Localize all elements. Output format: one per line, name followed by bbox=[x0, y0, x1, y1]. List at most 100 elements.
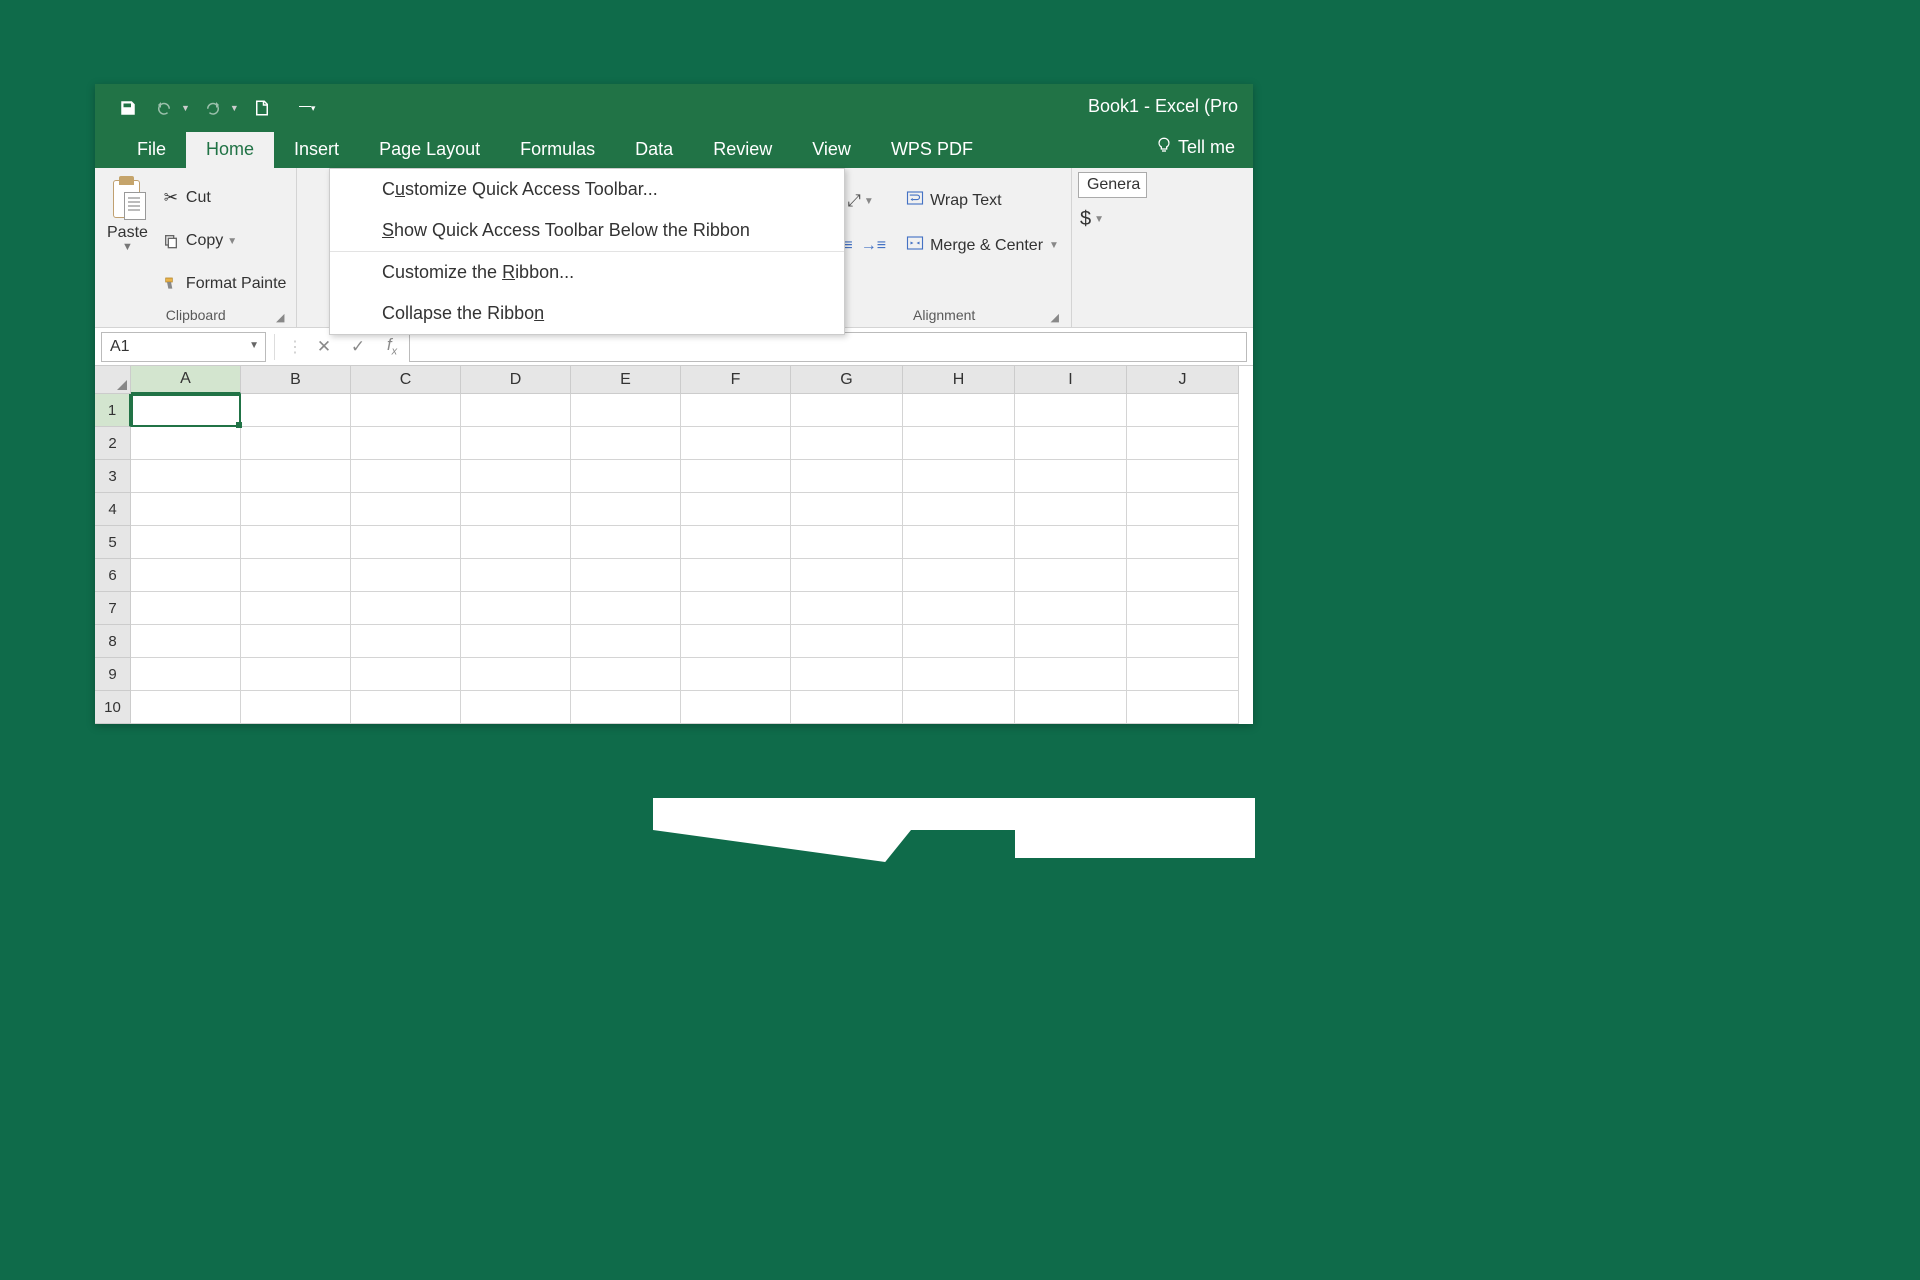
cell[interactable] bbox=[571, 493, 681, 526]
cell[interactable] bbox=[131, 658, 241, 691]
row-header[interactable]: 6 bbox=[95, 559, 131, 592]
column-header[interactable]: A bbox=[131, 366, 241, 394]
cell[interactable] bbox=[351, 526, 461, 559]
cell[interactable] bbox=[1015, 526, 1127, 559]
cell[interactable] bbox=[1127, 691, 1239, 724]
cell[interactable] bbox=[1015, 427, 1127, 460]
cell[interactable] bbox=[791, 658, 903, 691]
cell[interactable] bbox=[1127, 559, 1239, 592]
tab-data[interactable]: Data bbox=[615, 132, 693, 168]
cell[interactable] bbox=[461, 592, 571, 625]
cell[interactable] bbox=[351, 625, 461, 658]
cell[interactable] bbox=[1127, 592, 1239, 625]
cell[interactable] bbox=[461, 394, 571, 427]
cell[interactable] bbox=[461, 625, 571, 658]
cell[interactable] bbox=[131, 394, 241, 427]
paste-dropdown-icon[interactable]: ▼ bbox=[122, 241, 133, 253]
cell[interactable] bbox=[571, 592, 681, 625]
qat-customize-icon[interactable]: ▾ bbox=[295, 98, 320, 118]
name-box-dropdown-icon[interactable]: ▼ bbox=[249, 340, 259, 351]
cell[interactable] bbox=[903, 658, 1015, 691]
cell[interactable] bbox=[131, 526, 241, 559]
column-header[interactable]: E bbox=[571, 366, 681, 394]
cell[interactable] bbox=[903, 559, 1015, 592]
cell[interactable] bbox=[791, 592, 903, 625]
cell[interactable] bbox=[351, 592, 461, 625]
row-header[interactable]: 5 bbox=[95, 526, 131, 559]
new-doc-icon[interactable] bbox=[249, 96, 275, 120]
copy-dropdown-icon[interactable]: ▼ bbox=[227, 236, 237, 247]
undo-icon[interactable] bbox=[151, 96, 177, 120]
cell[interactable] bbox=[791, 691, 903, 724]
cell[interactable] bbox=[1015, 691, 1127, 724]
cell[interactable] bbox=[571, 526, 681, 559]
cell[interactable] bbox=[681, 592, 791, 625]
cell[interactable] bbox=[461, 427, 571, 460]
cell[interactable] bbox=[351, 460, 461, 493]
merge-dropdown-icon[interactable]: ▼ bbox=[1049, 240, 1059, 251]
cell[interactable] bbox=[1127, 625, 1239, 658]
cell[interactable] bbox=[903, 493, 1015, 526]
cell[interactable] bbox=[241, 526, 351, 559]
row-header[interactable]: 8 bbox=[95, 625, 131, 658]
wrap-text-button[interactable]: Wrap Text bbox=[900, 186, 1065, 215]
enter-formula-button[interactable]: ✓ bbox=[341, 332, 375, 362]
cell[interactable] bbox=[681, 427, 791, 460]
cell[interactable] bbox=[241, 427, 351, 460]
orientation-dropdown-icon[interactable]: ▼ bbox=[864, 196, 874, 207]
cell[interactable] bbox=[351, 493, 461, 526]
cell[interactable] bbox=[1015, 394, 1127, 427]
cell[interactable] bbox=[241, 625, 351, 658]
cell[interactable] bbox=[903, 691, 1015, 724]
tab-insert[interactable]: Insert bbox=[274, 132, 359, 168]
cell[interactable] bbox=[351, 658, 461, 691]
cell[interactable] bbox=[241, 691, 351, 724]
cell[interactable] bbox=[681, 559, 791, 592]
cell[interactable] bbox=[571, 460, 681, 493]
cell[interactable] bbox=[571, 394, 681, 427]
context-collapse-ribbon[interactable]: Collapse the Ribbon bbox=[330, 293, 844, 334]
cell[interactable] bbox=[791, 460, 903, 493]
cell[interactable] bbox=[1015, 460, 1127, 493]
context-customize-ribbon[interactable]: Customize the Ribbon... bbox=[330, 252, 844, 293]
cell[interactable] bbox=[681, 460, 791, 493]
cell[interactable] bbox=[791, 493, 903, 526]
tab-file[interactable]: File bbox=[117, 132, 186, 168]
cell[interactable] bbox=[571, 427, 681, 460]
context-show-qat-below[interactable]: Show Quick Access Toolbar Below the Ribb… bbox=[330, 210, 844, 252]
cell[interactable] bbox=[131, 427, 241, 460]
redo-icon[interactable] bbox=[200, 96, 226, 120]
cell[interactable] bbox=[1127, 493, 1239, 526]
cell[interactable] bbox=[681, 526, 791, 559]
cell[interactable] bbox=[131, 559, 241, 592]
cell[interactable] bbox=[131, 493, 241, 526]
cell[interactable] bbox=[571, 691, 681, 724]
redo-dropdown-icon[interactable]: ▼ bbox=[230, 103, 239, 113]
row-header[interactable]: 10 bbox=[95, 691, 131, 724]
row-header[interactable]: 3 bbox=[95, 460, 131, 493]
paste-button[interactable]: Paste ▼ bbox=[101, 174, 154, 305]
row-header[interactable]: 1 bbox=[95, 394, 131, 427]
cell[interactable] bbox=[461, 493, 571, 526]
tell-me-search[interactable]: Tell me bbox=[1148, 128, 1243, 168]
column-header[interactable]: G bbox=[791, 366, 903, 394]
cell[interactable] bbox=[903, 427, 1015, 460]
cell[interactable] bbox=[131, 691, 241, 724]
tab-home[interactable]: Home bbox=[186, 132, 274, 168]
cell[interactable] bbox=[131, 460, 241, 493]
cell[interactable] bbox=[791, 526, 903, 559]
cell[interactable] bbox=[351, 691, 461, 724]
cell[interactable] bbox=[791, 559, 903, 592]
column-header[interactable]: D bbox=[461, 366, 571, 394]
cell[interactable] bbox=[461, 460, 571, 493]
cell[interactable] bbox=[791, 427, 903, 460]
cell[interactable] bbox=[461, 691, 571, 724]
cell[interactable] bbox=[461, 526, 571, 559]
name-box[interactable]: A1 ▼ bbox=[101, 332, 266, 362]
cell[interactable] bbox=[681, 658, 791, 691]
cell[interactable] bbox=[241, 658, 351, 691]
cell[interactable] bbox=[241, 559, 351, 592]
column-header[interactable]: F bbox=[681, 366, 791, 394]
cell[interactable] bbox=[461, 658, 571, 691]
column-header[interactable]: C bbox=[351, 366, 461, 394]
